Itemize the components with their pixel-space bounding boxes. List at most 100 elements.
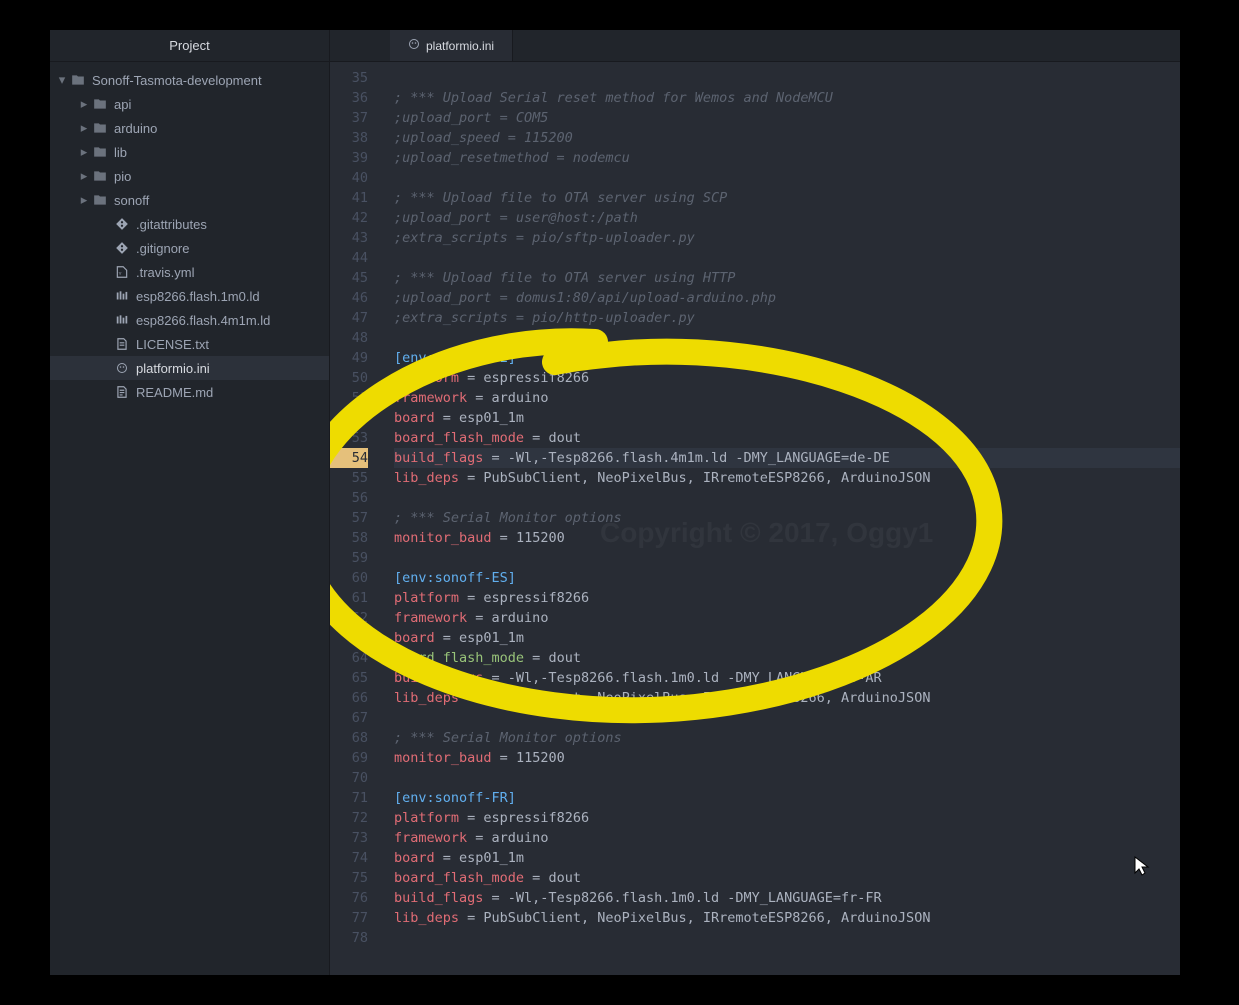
file-icon [114, 288, 130, 304]
code-line[interactable] [394, 328, 1180, 348]
tree-file[interactable]: Y.travis.yml [50, 260, 329, 284]
code-area[interactable]: ; *** Upload Serial reset method for Wem… [380, 62, 1180, 975]
code-line[interactable]: board = esp01_1m [394, 848, 1180, 868]
code-line[interactable]: monitor_baud = 115200 [394, 528, 1180, 548]
code-line[interactable]: board = esp01_1m [394, 628, 1180, 648]
code-line[interactable]: platform = espressif8266 [394, 368, 1180, 388]
folder-icon [92, 120, 108, 136]
line-number: 49 [330, 348, 368, 368]
code-line[interactable]: ; *** Upload Serial reset method for Wem… [394, 88, 1180, 108]
code-line[interactable]: monitor_baud = 115200 [394, 748, 1180, 768]
code-line[interactable]: board_flash_mode = dout [394, 868, 1180, 888]
code-line[interactable]: ; *** Upload file to OTA server using HT… [394, 268, 1180, 288]
code-line[interactable]: ; *** Serial Monitor options [394, 508, 1180, 528]
code-line[interactable]: platform = espressif8266 [394, 808, 1180, 828]
chevron-down-icon: ▾ [56, 72, 68, 88]
code-line[interactable]: framework = arduino [394, 828, 1180, 848]
line-number: 42 [330, 208, 368, 228]
line-number: 76 [330, 888, 368, 908]
code-line[interactable]: build_flags = -Wl,-Tesp8266.flash.4m1m.l… [394, 448, 1180, 468]
platformio-icon [408, 38, 420, 53]
code-line[interactable]: platform = espressif8266 [394, 588, 1180, 608]
line-number: 60 [330, 568, 368, 588]
tree-file[interactable]: LICENSE.txt [50, 332, 329, 356]
code-line[interactable]: ;upload_port = user@host:/path [394, 208, 1180, 228]
line-number-gutter: 3536373839404142434445464748495051525354… [330, 62, 380, 975]
tab-label: platformio.ini [426, 39, 494, 53]
line-number: 70 [330, 768, 368, 788]
code-line[interactable] [394, 488, 1180, 508]
tree-item-label: esp8266.flash.1m0.ld [136, 289, 260, 304]
code-line[interactable]: build_flags = -Wl,-Tesp8266.flash.1m0.ld… [394, 668, 1180, 688]
sidebar-header: Project [50, 30, 329, 62]
line-number: 73 [330, 828, 368, 848]
line-number: 37 [330, 108, 368, 128]
tree-file[interactable]: .gitattributes [50, 212, 329, 236]
tree-file[interactable]: esp8266.flash.4m1m.ld [50, 308, 329, 332]
chevron-right-icon: ▸ [78, 120, 90, 136]
tree-file[interactable]: README.md [50, 380, 329, 404]
tree-item-label: LICENSE.txt [136, 337, 209, 352]
chevron-right-icon: ▸ [78, 144, 90, 160]
code-line[interactable]: framework = arduino [394, 608, 1180, 628]
line-number: 77 [330, 908, 368, 928]
file-icon [114, 240, 130, 256]
tree-file[interactable]: .gitignore [50, 236, 329, 260]
file-icon: Y [114, 264, 130, 280]
code-line[interactable] [394, 708, 1180, 728]
code-line[interactable]: ;upload_port = domus1:80/api/upload-ardu… [394, 288, 1180, 308]
code-line[interactable]: [env:sonoff-FR] [394, 788, 1180, 808]
svg-text:Y: Y [119, 271, 122, 276]
folder-icon [70, 72, 86, 88]
sidebar-title: Project [169, 38, 209, 53]
editor-wrap: 3536373839404142434445464748495051525354… [330, 62, 1180, 975]
code-line[interactable] [394, 168, 1180, 188]
code-line[interactable]: ;extra_scripts = pio/sftp-uploader.py [394, 228, 1180, 248]
code-line[interactable]: ; *** Upload file to OTA server using SC… [394, 188, 1180, 208]
chevron-right-icon: ▸ [78, 96, 90, 112]
tab-platformio[interactable]: platformio.ini [390, 30, 513, 61]
mouse-cursor-icon [1133, 855, 1151, 877]
code-line[interactable]: [env:sonoff-ES] [394, 568, 1180, 588]
code-line[interactable] [394, 248, 1180, 268]
tree-item-label: .gitignore [136, 241, 189, 256]
file-icon [114, 360, 130, 376]
code-line[interactable]: ;upload_speed = 115200 [394, 128, 1180, 148]
code-line[interactable]: ;upload_resetmethod = nodemcu [394, 148, 1180, 168]
line-number: 57 [330, 508, 368, 528]
tree-folder[interactable]: ▸lib [50, 140, 329, 164]
code-line[interactable]: framework = arduino [394, 388, 1180, 408]
tree-file[interactable]: platformio.ini [50, 356, 329, 380]
code-line[interactable] [394, 548, 1180, 568]
code-line[interactable]: board_flash_mode = dout [394, 648, 1180, 668]
code-line[interactable]: build_flags = -Wl,-Tesp8266.flash.1m0.ld… [394, 888, 1180, 908]
line-number: 47 [330, 308, 368, 328]
tree-folder[interactable]: ▸pio [50, 164, 329, 188]
tree-file[interactable]: esp8266.flash.1m0.ld [50, 284, 329, 308]
file-tree[interactable]: ▾ Sonoff-Tasmota-development ▸api▸arduin… [50, 62, 329, 404]
line-number: 64 [330, 648, 368, 668]
code-line[interactable]: ;extra_scripts = pio/http-uploader.py [394, 308, 1180, 328]
line-number: 36 [330, 88, 368, 108]
line-number: 52 [330, 408, 368, 428]
code-line[interactable]: lib_deps = PubSubClient, NeoPixelBus, IR… [394, 688, 1180, 708]
code-line[interactable]: lib_deps = PubSubClient, NeoPixelBus, IR… [394, 468, 1180, 488]
tree-root[interactable]: ▾ Sonoff-Tasmota-development [50, 68, 329, 92]
line-number: 39 [330, 148, 368, 168]
code-line[interactable] [394, 928, 1180, 948]
code-line[interactable]: ;upload_port = COM5 [394, 108, 1180, 128]
code-line[interactable] [394, 68, 1180, 88]
code-line[interactable]: board = esp01_1m [394, 408, 1180, 428]
line-number: 63 [330, 628, 368, 648]
tree-item-label: pio [114, 169, 131, 184]
code-editor[interactable]: 3536373839404142434445464748495051525354… [330, 62, 1180, 975]
code-line[interactable]: [env:sonoff-DE] [394, 348, 1180, 368]
code-line[interactable] [394, 768, 1180, 788]
tree-folder[interactable]: ▸api [50, 92, 329, 116]
code-line[interactable]: ; *** Serial Monitor options [394, 728, 1180, 748]
tree-folder[interactable]: ▸sonoff [50, 188, 329, 212]
tree-folder[interactable]: ▸arduino [50, 116, 329, 140]
code-line[interactable]: lib_deps = PubSubClient, NeoPixelBus, IR… [394, 908, 1180, 928]
line-number: 78 [330, 928, 368, 948]
code-line[interactable]: board_flash_mode = dout [394, 428, 1180, 448]
